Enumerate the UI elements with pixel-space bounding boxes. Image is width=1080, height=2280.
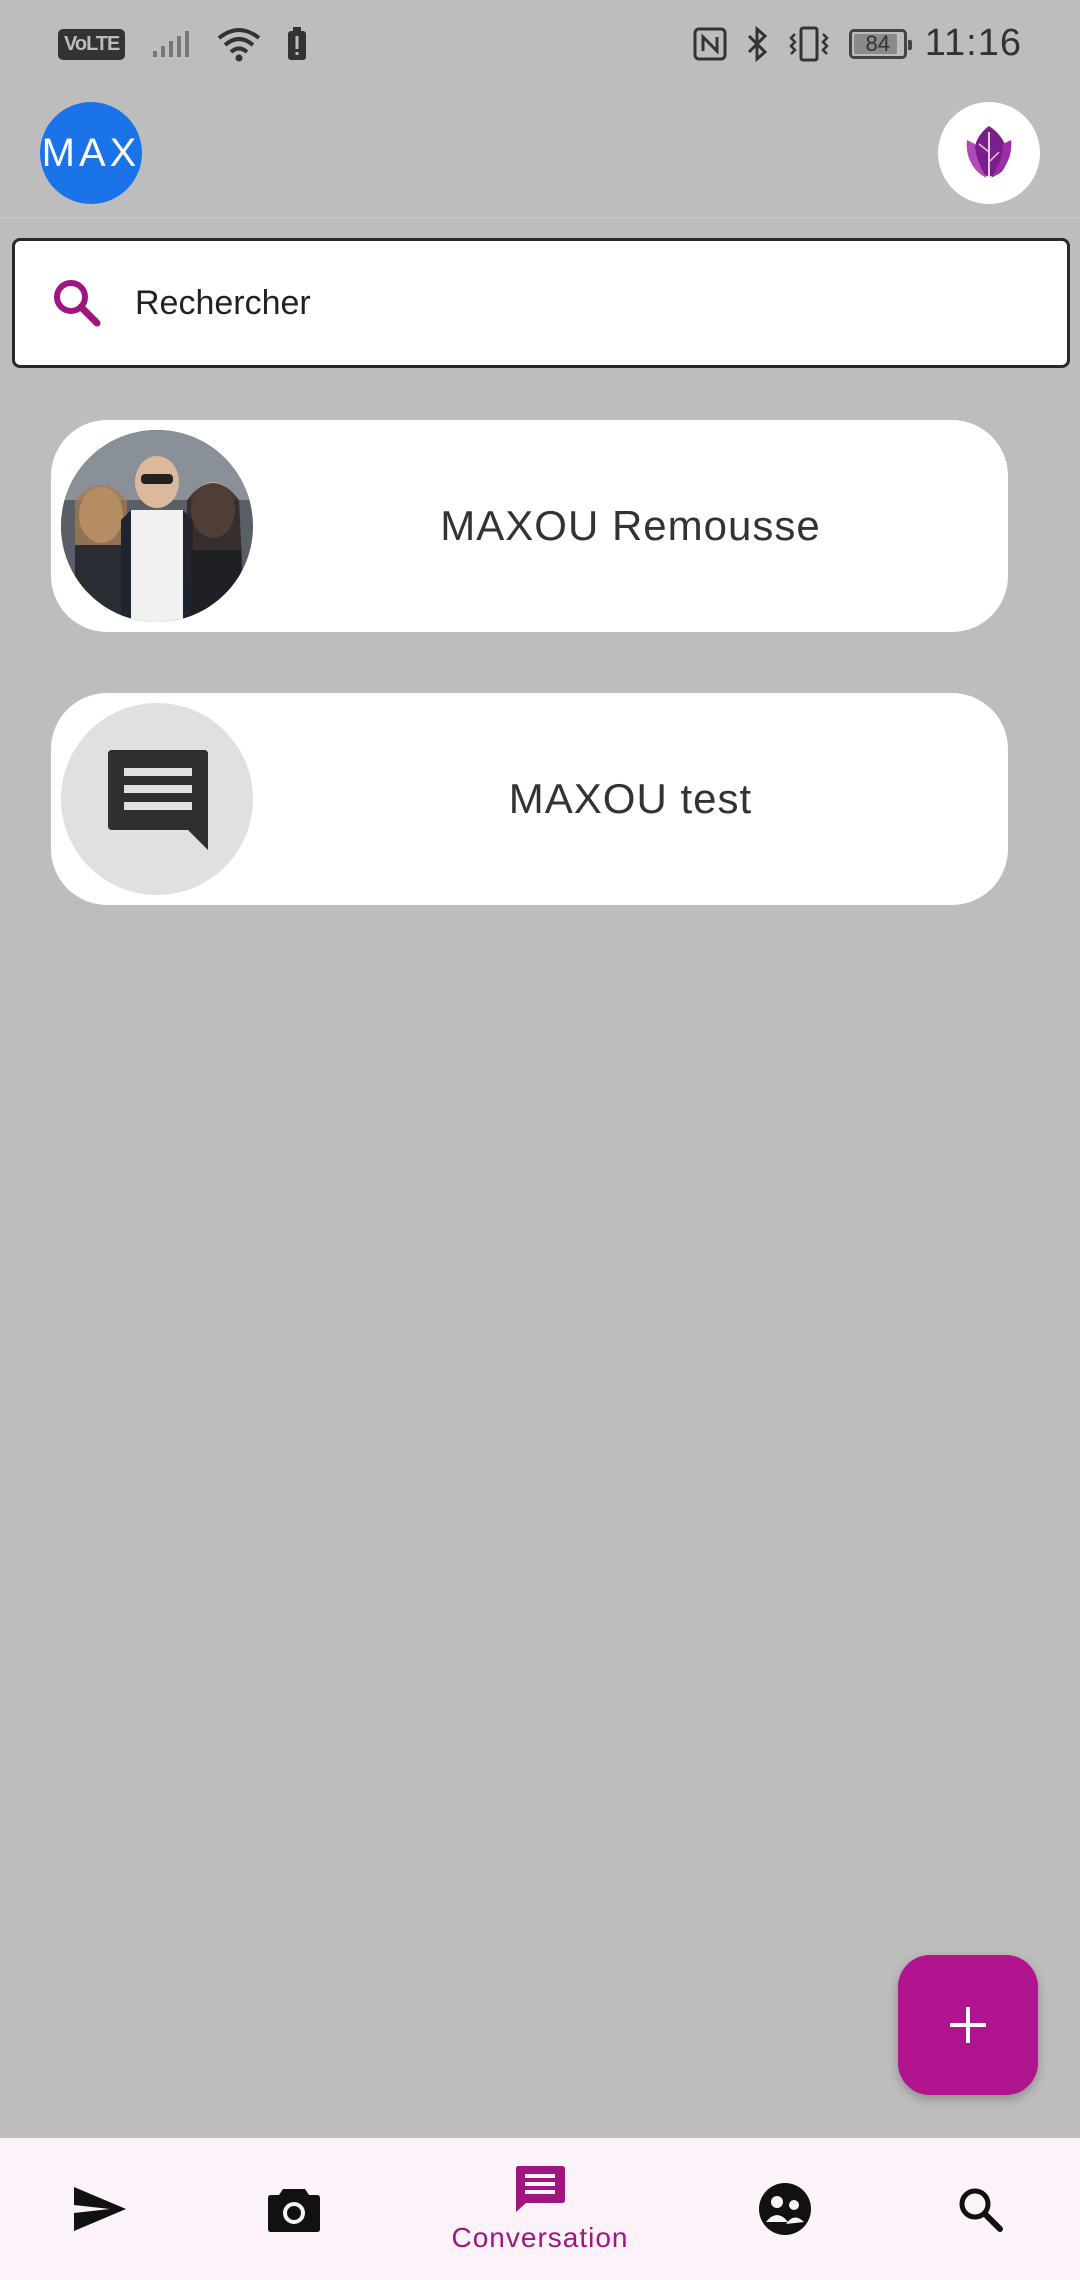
app-header: MAX <box>0 92 1080 218</box>
battery-icon: 84 <box>848 28 912 59</box>
cell-signal-icon <box>153 31 190 57</box>
plus-icon <box>950 2007 986 2043</box>
new-conversation-button[interactable] <box>898 1955 1038 2095</box>
conversation-avatar-photo <box>61 430 253 622</box>
battery-level: 84 <box>865 30 890 56</box>
nav-item-camera[interactable] <box>244 2138 344 2280</box>
nav-item-send[interactable] <box>50 2138 150 2280</box>
bottom-navigation: Conversation <box>0 2138 1080 2280</box>
volte-icon: VoLTE <box>58 28 126 60</box>
nav-item-search[interactable] <box>930 2138 1030 2280</box>
user-avatar[interactable]: MAX <box>40 102 142 204</box>
conversation-card[interactable]: MAXOU test <box>51 693 1008 905</box>
search-bar[interactable] <box>12 238 1070 368</box>
nfc-icon <box>693 27 727 60</box>
nav-item-groups[interactable] <box>735 2138 835 2280</box>
camera-icon <box>268 2189 320 2232</box>
bluetooth-icon <box>747 25 767 62</box>
status-bar: VoLTE 84 11:16 <box>0 0 1080 92</box>
nav-item-conversation[interactable]: Conversation <box>420 2138 660 2280</box>
nav-label-conversation: Conversation <box>451 2222 629 2253</box>
conversation-name: MAXOU Remousse <box>440 502 821 549</box>
conversations-screen: VoLTE 84 11:16 MAX Rechercher MAXOU Remo… <box>0 0 1080 2280</box>
battery-alert-icon <box>288 27 307 60</box>
send-icon <box>74 2187 126 2231</box>
conversation-card[interactable]: MAXOU Remousse <box>51 420 1008 632</box>
vibrate-icon <box>788 26 829 61</box>
conversation-name: MAXOU test <box>508 775 753 822</box>
chat-icon <box>516 2166 565 2212</box>
groups-icon <box>759 2183 811 2235</box>
leaf-logo-icon[interactable] <box>938 102 1040 204</box>
wifi-icon <box>218 28 261 62</box>
status-right: 84 11:16 <box>693 22 1022 65</box>
search-icon <box>54 280 101 327</box>
conversation-avatar-default <box>61 703 253 895</box>
search-icon <box>959 2188 1003 2232</box>
search-input[interactable] <box>135 283 995 323</box>
chat-bubble-icon <box>108 750 208 850</box>
clock: 11:16 <box>924 22 1022 64</box>
status-left: VoLTE <box>58 26 307 62</box>
